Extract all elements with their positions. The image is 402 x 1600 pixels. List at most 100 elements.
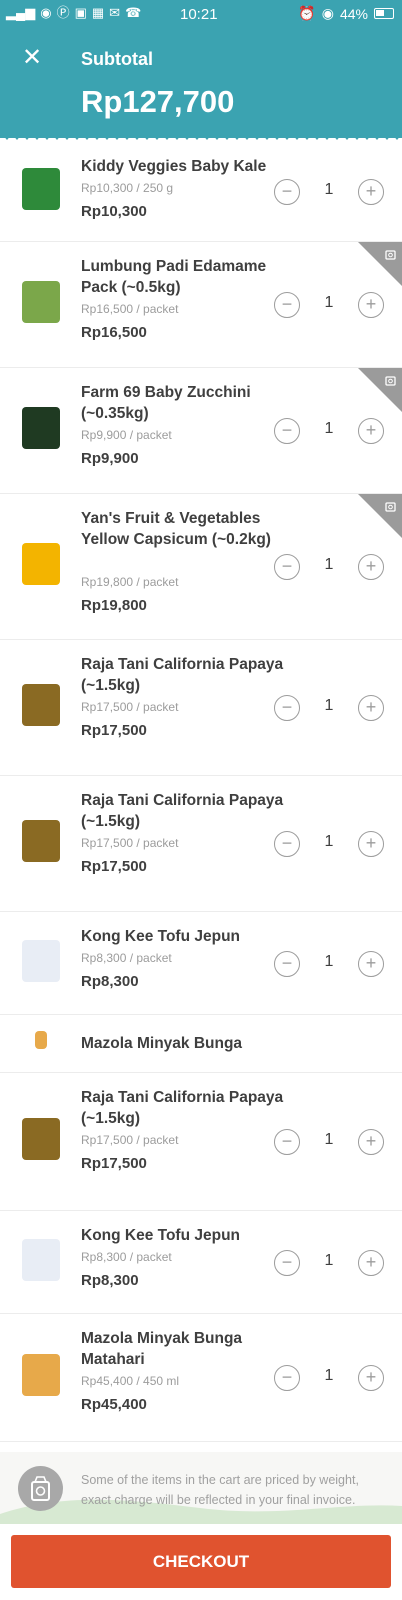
quantity-stepper: − 1 +: [274, 950, 384, 977]
increase-quantity-button[interactable]: +: [358, 831, 384, 857]
subtotal-value: Rp127,700: [81, 84, 235, 119]
item-price: Rp17,500: [81, 722, 147, 739]
cart-item: Yan's Fruit & Vegetables Yellow Capsicum…: [0, 494, 402, 640]
product-image: [22, 407, 60, 449]
quantity-stepper: − 1 +: [274, 292, 384, 318]
increase-quantity-button[interactable]: +: [358, 418, 384, 444]
quantity-value: 1: [324, 420, 334, 437]
product-name: Farm 69 Baby Zucchini (~0.35kg): [81, 384, 251, 422]
unit-price: Rp10,300 / 250 g: [81, 181, 174, 195]
decrease-quantity-button[interactable]: −: [274, 292, 300, 318]
scale-icon: [385, 250, 396, 260]
alarm-icon: ⏰: [298, 5, 316, 21]
decrease-quantity-button[interactable]: −: [274, 1249, 300, 1276]
weight-note-text: Some of the items in the cart are priced…: [81, 1473, 359, 1507]
unit-price: Rp9,900 / packet: [81, 428, 172, 442]
unit-price: Rp17,500 / packet: [81, 1133, 179, 1147]
quantity-value: 1: [324, 1367, 334, 1384]
product-name: Yan's Fruit & Vegetables Yellow Capsicum…: [81, 510, 271, 548]
product-name: Raja Tani California Papaya (~1.5kg): [81, 792, 284, 830]
cart-item: Lumbung Padi Edamame Pack (~0.5kg) Rp16,5…: [0, 242, 402, 368]
cart-item: Raja Tani California Papaya (~1.5kg) Rp17…: [0, 1073, 402, 1211]
cart-item: Kiddy Veggies Baby Kale Rp10,300 / 250 g R…: [0, 142, 402, 242]
quantity-value: 1: [324, 952, 334, 970]
quantity-stepper: − 1 +: [274, 831, 384, 857]
battery-icon: [374, 8, 394, 19]
instagram-icon: ▣: [74, 5, 87, 20]
item-price: Rp19,800: [81, 597, 147, 614]
product-image: [22, 684, 60, 726]
increase-quantity-button[interactable]: +: [358, 950, 384, 977]
product-name: Raja Tani California Papaya (~1.5kg): [81, 656, 284, 694]
quantity-stepper: − 1 +: [274, 418, 384, 444]
product-name: Kiddy Veggies Baby Kale: [81, 158, 267, 175]
product-image: [22, 939, 60, 982]
quantity-stepper: − 1 +: [274, 1365, 384, 1391]
cart-list: Kiddy Veggies Baby Kale Rp10,300 / 250 g R…: [0, 142, 402, 1442]
product-image: [22, 1118, 60, 1160]
decrease-quantity-button[interactable]: −: [274, 554, 300, 580]
product-image: [22, 1354, 60, 1396]
increase-quantity-button[interactable]: +: [358, 554, 384, 580]
decrease-quantity-button[interactable]: −: [274, 831, 300, 857]
cart-item: Mazola Minyak Bunga: [0, 1015, 402, 1073]
unit-price: Rp45,400 / 450 ml: [81, 1374, 180, 1388]
unit-price: Rp17,500 / packet: [81, 836, 179, 850]
checkout-button[interactable]: CHECKOUT: [11, 1535, 391, 1588]
increase-quantity-button[interactable]: +: [358, 292, 384, 318]
product-image: [22, 1238, 60, 1281]
header-zigzag-edge: [0, 130, 402, 140]
decrease-quantity-button[interactable]: −: [274, 179, 300, 205]
product-image: [22, 543, 60, 585]
item-price: Rp17,500: [81, 858, 147, 875]
item-price: Rp9,900: [81, 450, 139, 467]
weight-note: Some of the items in the cart are priced…: [0, 1452, 402, 1524]
decrease-quantity-button[interactable]: −: [274, 950, 300, 977]
gallery-icon: ▦: [91, 5, 105, 20]
whatsapp-icon: ☎: [125, 5, 142, 20]
decrease-quantity-button[interactable]: −: [274, 418, 300, 444]
quantity-value: 1: [324, 294, 334, 311]
item-price: Rp16,500: [81, 324, 147, 341]
increase-quantity-button[interactable]: +: [358, 179, 384, 205]
item-price: Rp45,400: [81, 1396, 147, 1413]
product-name: Kong Kee Tofu Jepun: [81, 1227, 241, 1244]
item-price: Rp8,300: [81, 1272, 139, 1289]
cart-item: Raja Tani California Papaya (~1.5kg) Rp17…: [0, 640, 402, 776]
product-image: [22, 820, 60, 862]
header: ▂▄▆ ◉ Ⓟ ▣ ▦ ✉ ☎ 10:21 ⏰ ◉ 44% ✕ Subtotal…: [0, 0, 402, 138]
scale-icon: [385, 502, 396, 512]
quantity-stepper: − 1 +: [274, 1129, 384, 1155]
decrease-quantity-button[interactable]: −: [274, 695, 300, 721]
scale-icon: [385, 376, 396, 386]
product-name: Lumbung Padi Edamame Pack (~0.5kg): [81, 258, 267, 296]
increase-quantity-button[interactable]: +: [358, 1249, 384, 1276]
increase-quantity-button[interactable]: +: [358, 1129, 384, 1155]
mail-icon: ✉: [109, 5, 121, 20]
quantity-value: 1: [324, 697, 334, 714]
quantity-value: 1: [324, 1131, 334, 1148]
cart-item: Kong Kee Tofu Jepun Rp8,300 / packet Rp8,3…: [0, 1211, 402, 1314]
product-image: [22, 168, 60, 210]
scale-icon: [18, 1466, 63, 1511]
signal-icon: ▂▄▆: [6, 5, 36, 20]
close-icon[interactable]: ✕: [20, 46, 44, 70]
unit-price: Rp19,800 / packet: [81, 575, 179, 589]
battery-level: 44%: [339, 5, 368, 22]
increase-quantity-button[interactable]: +: [358, 695, 384, 721]
cart-item: Kong Kee Tofu Jepun Rp8,300 / packet Rp8,3…: [0, 912, 402, 1015]
unit-price: Rp8,300 / packet: [81, 1250, 172, 1264]
decrease-quantity-button[interactable]: −: [274, 1365, 300, 1391]
cart-item: Mazola Minyak Bunga Matahari Rp45,400 / 4…: [0, 1314, 402, 1442]
status-icons-right: ⏰ ◉ 44%: [298, 5, 394, 22]
wifi-icon: ◉: [40, 5, 52, 20]
decrease-quantity-button[interactable]: −: [274, 1129, 300, 1155]
increase-quantity-button[interactable]: +: [358, 1365, 384, 1391]
pinterest-icon: Ⓟ: [56, 5, 70, 20]
product-name: Mazola Minyak Bunga Matahari: [81, 1330, 243, 1368]
quantity-value: 1: [324, 181, 334, 198]
unit-price: Rp17,500 / packet: [81, 700, 179, 714]
item-price: Rp17,500: [81, 1155, 147, 1172]
status-time: 10:21: [180, 6, 218, 23]
quantity-stepper: − 1 +: [274, 179, 384, 205]
